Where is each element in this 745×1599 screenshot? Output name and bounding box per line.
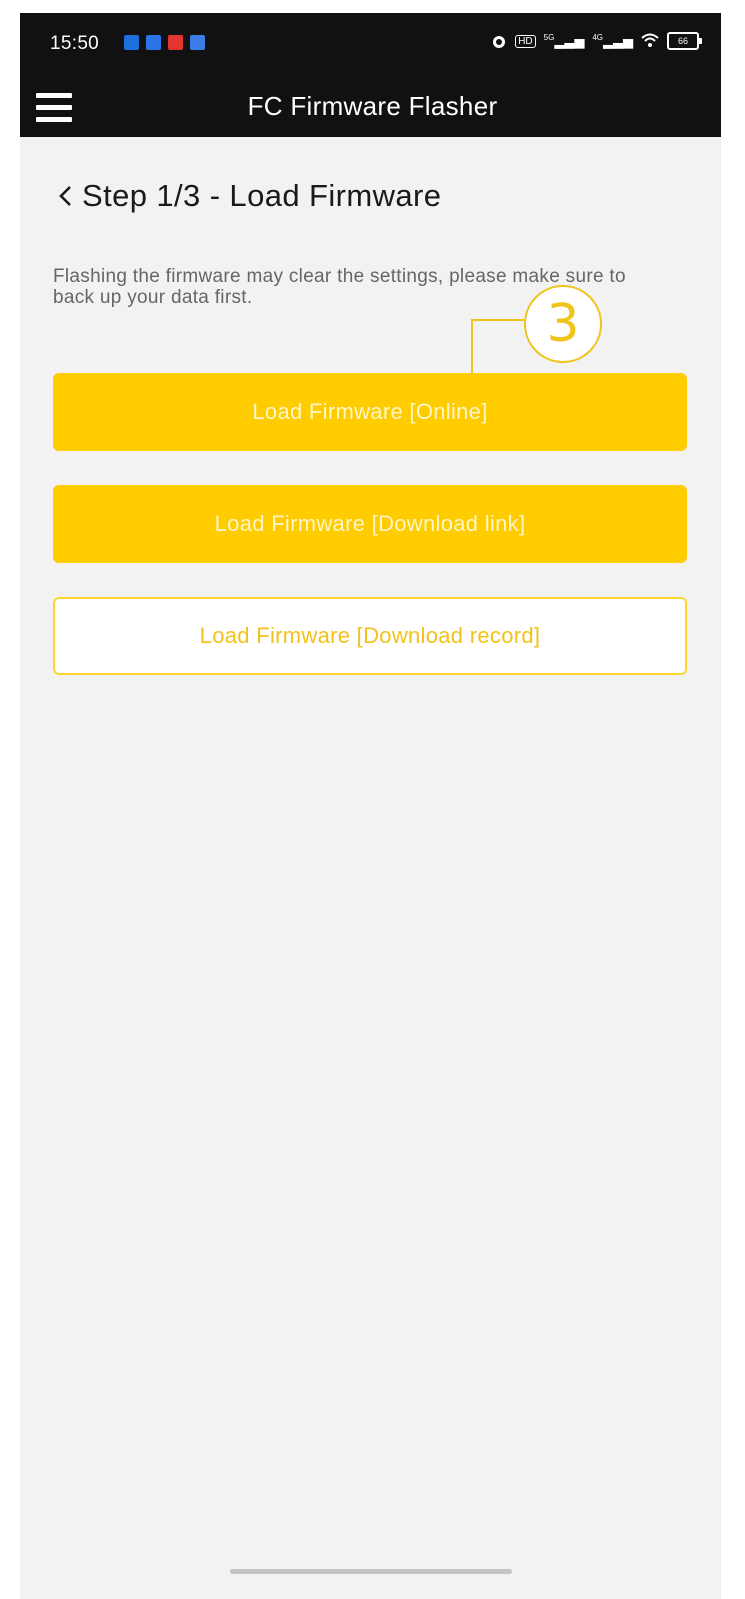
phone-screen: 15:50 HD 5G▂▃▅ 4G▂▃▅ 66 FC Firmware Flas…	[20, 13, 721, 1599]
load-firmware-download-record-button[interactable]: Load Firmware [Download record]	[53, 597, 687, 675]
app-notification-icon-3	[168, 35, 183, 50]
step-title: Step 1/3 - Load Firmware	[82, 178, 442, 213]
app-bar: FC Firmware Flasher	[20, 77, 721, 137]
annotation-connector-vertical	[471, 319, 473, 373]
chevron-left-icon[interactable]	[58, 185, 72, 207]
status-time: 15:50	[50, 33, 100, 54]
home-indicator[interactable]	[230, 1569, 512, 1574]
notification-icons	[124, 35, 205, 50]
hd-icon: HD	[515, 34, 536, 48]
alarm-icon	[493, 36, 506, 48]
annotation-step-number: 3	[524, 285, 602, 363]
battery-icon: 66	[667, 32, 702, 50]
annotation-connector	[471, 319, 525, 321]
signal-4g-icon: 4G▂▃▅	[592, 32, 633, 49]
status-bar: 15:50 HD 5G▂▃▅ 4G▂▃▅ 66	[20, 13, 721, 77]
app-notification-icon-2	[146, 35, 161, 50]
load-firmware-online-button[interactable]: Load Firmware [Online]	[53, 373, 687, 451]
app-notification-icon-4	[190, 35, 205, 50]
step-header[interactable]: Step 1/3 - Load Firmware	[58, 178, 441, 214]
app-title: FC Firmware Flasher	[247, 91, 498, 121]
load-firmware-download-link-button[interactable]: Load Firmware [Download link]	[53, 485, 687, 563]
app-notification-icon-1	[124, 35, 139, 50]
wifi-icon	[641, 33, 659, 47]
signal-5g-icon: 5G▂▃▅	[543, 32, 585, 49]
system-icons: HD 5G▂▃▅ 4G▂▃▅ 66	[491, 32, 702, 50]
